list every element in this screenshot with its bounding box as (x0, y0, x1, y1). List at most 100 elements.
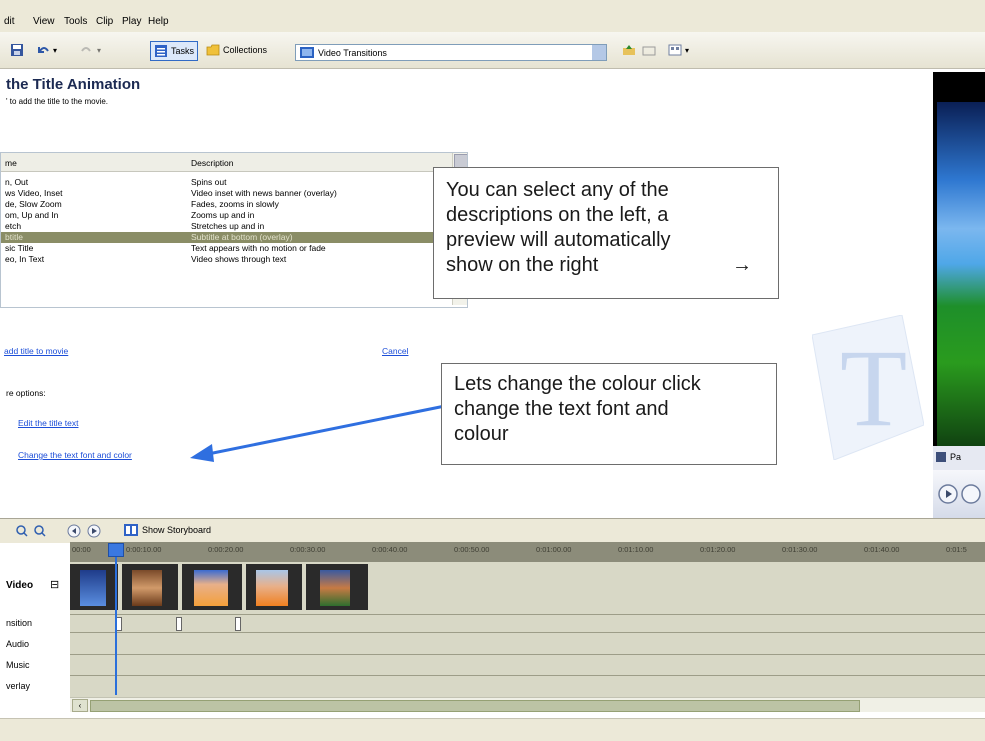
rewind-icon[interactable] (67, 524, 81, 538)
menu-play[interactable]: Play (122, 16, 141, 27)
list-header: me Description (1, 153, 467, 172)
ruler-tick: 0:01:10.00 (618, 545, 654, 554)
clip-thumbnail (320, 570, 350, 606)
timeline-tracks[interactable] (70, 562, 985, 698)
list-item-name: eo, In Text (5, 254, 45, 264)
scroll-up-icon[interactable] (454, 154, 467, 168)
list-item-selected[interactable]: btitle Subtitle at bottom (overlay) (1, 232, 441, 243)
play-icon[interactable] (938, 484, 958, 504)
list-item[interactable]: ws Video, Inset Video inset with news ba… (1, 188, 441, 199)
collections-select[interactable]: Video Transitions (295, 44, 607, 61)
list-item-description: Text appears with no motion or fade (191, 243, 326, 253)
monitor-status-text: Pa (950, 452, 962, 462)
preview-callout: You can select any of the descriptions o… (433, 167, 779, 299)
list-item-name: de, Slow Zoom (5, 199, 62, 209)
video-clip[interactable] (306, 564, 368, 610)
list-item[interactable]: eo, In Text Video shows through text (1, 254, 441, 265)
menu-bar: dit View Tools Clip Play Help (0, 0, 985, 32)
save-button[interactable] (10, 41, 24, 59)
ruler-tick: 00:00 (72, 545, 91, 554)
expand-track-icon[interactable]: ⊟ (50, 578, 59, 591)
list-item[interactable]: de, Slow Zoom Fades, zooms in slowly (1, 199, 441, 210)
add-title-to-movie-link[interactable]: add title to movie (4, 346, 68, 356)
clip-thumbnail (194, 570, 228, 606)
folder-icon (206, 44, 220, 56)
video-clip[interactable] (182, 564, 242, 610)
playhead[interactable] (115, 545, 117, 695)
undo-button[interactable]: ▾ (36, 41, 57, 59)
ruler-tick: 0:01:00.00 (536, 545, 572, 554)
video-clip[interactable] (122, 564, 178, 610)
list-item-name: om, Up and In (5, 210, 59, 220)
menu-tools[interactable]: Tools (64, 16, 87, 27)
ruler-tick: 0:01:20.00 (700, 545, 736, 554)
collections-button[interactable]: Collections (206, 41, 267, 59)
page-title: the Title Animation (6, 76, 141, 93)
storyboard-icon (124, 524, 138, 536)
timeline-ruler[interactable]: 00:00 0:00:10.00 0:00:20.00 0:00:30.00 0… (70, 542, 985, 562)
transition-marker[interactable] (176, 617, 182, 631)
chevron-down-icon[interactable] (592, 45, 606, 60)
timeline-scrollbar[interactable]: ‹ (70, 697, 985, 712)
undo-icon (38, 47, 49, 53)
tasks-icon (155, 45, 167, 57)
track-divider (70, 675, 985, 676)
track-label-music: Music (6, 660, 30, 670)
stop-icon[interactable] (961, 484, 981, 504)
column-header-name[interactable]: me (5, 158, 17, 168)
change-font-color-link[interactable]: Change the text font and color (18, 450, 132, 460)
playhead-handle[interactable] (108, 543, 124, 557)
list-item-description: Stretches up and in (191, 221, 265, 231)
list-item[interactable]: etch Stretches up and in (1, 221, 441, 232)
list-item[interactable]: om, Up and In Zooms up and in (1, 210, 441, 221)
clip-thumbnail (256, 570, 288, 606)
column-header-description[interactable]: Description (191, 158, 234, 168)
svg-text:T: T (840, 327, 907, 449)
track-label-overlay: verlay (6, 681, 31, 691)
callout-line: You can select any of the (446, 179, 669, 201)
menu-view[interactable]: View (33, 16, 55, 27)
callout-line: colour (454, 423, 509, 445)
status-bar (0, 718, 985, 741)
track-labels: Video ⊟ nsition Audio Music verlay (0, 562, 70, 698)
tasks-button[interactable]: Tasks (150, 41, 199, 61)
edit-title-text-link[interactable]: Edit the title text (18, 418, 78, 428)
list-item[interactable]: n, Out Spins out (1, 177, 441, 188)
list-item-name: ws Video, Inset (5, 188, 63, 198)
list-item-description: Video shows through text (191, 254, 287, 264)
menu-help[interactable]: Help (148, 16, 169, 27)
monitor-controls (933, 470, 985, 518)
menu-edit[interactable]: dit (4, 16, 15, 27)
list-item[interactable]: sic Title Text appears with no motion or… (1, 243, 441, 254)
list-item-name: n, Out (5, 177, 29, 187)
list-item-description: Subtitle at bottom (overlay) (191, 232, 293, 242)
transition-marker[interactable] (235, 617, 241, 631)
show-storyboard-button[interactable]: Show Storyboard (124, 524, 211, 536)
views-button[interactable]: ▾ (668, 41, 689, 59)
show-storyboard-label: Show Storyboard (142, 525, 212, 535)
callout-line: preview will automatically (446, 229, 671, 251)
list-item-name: sic Title (5, 243, 34, 253)
zoom-out-icon[interactable] (34, 525, 46, 537)
callout-line: descriptions on the left, a (446, 204, 669, 226)
redo-button[interactable]: ▾ (80, 41, 101, 59)
play-timeline-icon[interactable] (87, 524, 101, 538)
track-divider (70, 632, 985, 633)
redo-dropdown-icon[interactable]: ▾ (97, 46, 101, 55)
list-item-description: Spins out (191, 177, 227, 187)
undo-dropdown-icon[interactable]: ▾ (53, 46, 57, 55)
scroll-left-icon[interactable]: ‹ (72, 699, 88, 712)
new-folder-button[interactable] (642, 41, 656, 59)
up-one-level-button[interactable] (622, 41, 636, 59)
menu-clip[interactable]: Clip (96, 16, 113, 27)
scroll-thumb[interactable] (90, 700, 860, 712)
cancel-link[interactable]: Cancel (382, 346, 408, 356)
callout-line: show on the right (446, 254, 599, 276)
video-clip[interactable] (246, 564, 302, 610)
monitor-status-icon (936, 452, 946, 462)
transition-icon (300, 47, 314, 58)
views-dropdown-icon[interactable]: ▾ (685, 46, 689, 55)
callout-line: Lets change the colour click (454, 373, 701, 395)
zoom-in-icon[interactable] (16, 525, 28, 537)
video-clip[interactable] (70, 564, 118, 610)
